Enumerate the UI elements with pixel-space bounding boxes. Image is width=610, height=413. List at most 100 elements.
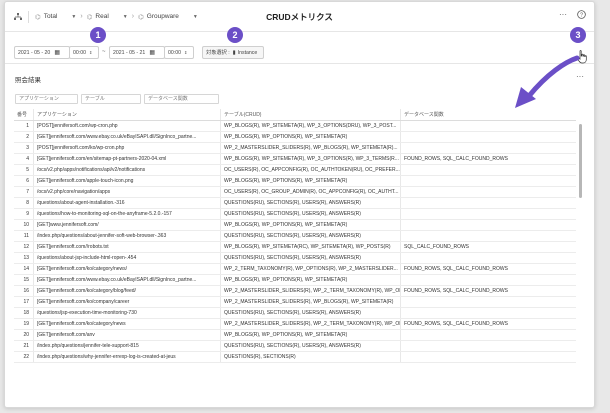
- table-row[interactable]: 13/questions/about-jsp-include-html-rope…: [14, 253, 576, 264]
- table-row[interactable]: 1 [POST]jennifersoft.com/wp-cron.php WP_BL…: [14, 121, 576, 132]
- start-time-field[interactable]: 00:00 ⇕: [69, 46, 99, 59]
- cell-application: [GET]jennifersoft.com/www.ebay.co.uk/eBa…: [34, 275, 221, 285]
- cell-application: /index.php/questions/why-jennifer-errexp…: [34, 352, 221, 362]
- chevron-right-icon: ›: [80, 13, 83, 20]
- db-function-filter-input[interactable]: [144, 94, 219, 104]
- end-time-value: 00:00: [168, 49, 181, 56]
- cell-table: QUESTIONS(RU), SECTIONS(R), USERS(R), AN…: [221, 198, 401, 208]
- more-menu-button[interactable]: ···: [559, 10, 567, 19]
- cell-number: 12: [14, 242, 34, 252]
- calendar-icon: ▦: [54, 50, 60, 56]
- cell-db-function: [401, 209, 576, 219]
- cell-number: 1: [14, 121, 34, 131]
- cell-table: OC_USERS(R), OC_GROUP_ADMIN(R), OC_APPCO…: [221, 187, 401, 197]
- cell-table: WP_BLOGS(R), WP_OPTIONS(R), WP_SITEMETA(…: [221, 275, 401, 285]
- table-filter-input[interactable]: [81, 94, 141, 104]
- cell-number: 21: [14, 341, 34, 351]
- cell-application: /index.php/questions/jennifer-tele-suppo…: [34, 341, 221, 351]
- cell-db-function: [401, 275, 576, 285]
- table-row[interactable]: 6 [GET]jennifersoft.com/apple-touch-icon.…: [14, 176, 576, 187]
- table-row[interactable]: 14 [GET]jennifersoft.com/ko/category/news…: [14, 264, 576, 275]
- cell-number: 13: [14, 253, 34, 263]
- real-selector[interactable]: ⌬ Real ▼: [87, 13, 128, 21]
- cell-db-function: [401, 121, 576, 131]
- cell-number: 19: [14, 319, 34, 329]
- results-table: 番号 アプリケーション テーブル(CRUD) データベース関数 1 [POST]j…: [14, 109, 576, 363]
- cell-application: [GET]jennifersoft.com/www.ebay.co.uk/eBa…: [34, 132, 221, 142]
- cell-application: [POST]jennifersoft.com/wp-cron.php: [34, 121, 221, 131]
- results-title: 照会結果: [15, 77, 41, 84]
- cell-db-function: [401, 176, 576, 186]
- cell-application: [GET]jennifersoft.com/apple-touch-icon.p…: [34, 176, 221, 186]
- groupware-selector[interactable]: ⌬ Groupware ▼: [138, 13, 198, 21]
- domain-icon: ⌬: [35, 13, 41, 21]
- table-row[interactable]: 8/questions/about-agent-installation.-31…: [14, 198, 576, 209]
- cell-db-function: FOUND_ROWS, SQL_CALC_FOUND_ROWS: [404, 156, 508, 162]
- spinner-icon: ⇕: [183, 50, 188, 55]
- table-row[interactable]: 16 [GET]jennifersoft.com/ko/category/blog…: [14, 286, 576, 297]
- table-row[interactable]: 7/ocs/v2.php/core/navigation/apps OC_USER…: [14, 187, 576, 198]
- table-row[interactable]: 18/questions/jsp-execution-time-monitori…: [14, 308, 576, 319]
- column-header-table[interactable]: テーブル(CRUD): [221, 109, 401, 120]
- total-selector[interactable]: ⌬ Total ▼: [35, 13, 76, 21]
- table-row[interactable]: 11/index.php/questions/about-jennifer-so…: [14, 231, 576, 242]
- table-row[interactable]: 3 [POST]jennifersoft.com/ko/wp-cron.php WP…: [14, 143, 576, 154]
- cell-db-function: [401, 165, 576, 175]
- table-row[interactable]: 10 [GET]www.jennifersoft.com/WP_BLOGS(R),…: [14, 220, 576, 231]
- table-row[interactable]: 21/index.php/questions/jennifer-tele-sup…: [14, 341, 576, 352]
- chevron-right-icon: ›: [131, 13, 135, 20]
- column-header-db-function[interactable]: データベース関数: [401, 109, 576, 120]
- table-row[interactable]: 2 [GET]jennifersoft.com/www.ebay.co.uk/eB…: [14, 132, 576, 143]
- cell-application: /questions/jsp-execution-time-monitoring…: [34, 308, 221, 318]
- spinner-icon: ⇕: [88, 50, 93, 55]
- table-row[interactable]: 5/ocs/v2.php/apps/notifications/api/v2/n…: [14, 165, 576, 176]
- cell-db-function: [401, 132, 576, 142]
- cell-number: 16: [14, 286, 34, 296]
- instance-label: Instance: [237, 49, 258, 56]
- cell-number: 4: [14, 154, 34, 164]
- help-icon[interactable]: ?: [577, 10, 586, 19]
- cell-number: 20: [14, 330, 34, 340]
- column-header-application[interactable]: アプリケーション: [34, 109, 221, 120]
- table-row[interactable]: 19 [GET]jennifersoft.com/ko/category/news…: [14, 319, 576, 330]
- column-header-number[interactable]: 番号: [14, 109, 34, 120]
- cell-application: /questions/about-jsp-include-html-ropen-…: [34, 253, 221, 263]
- table-row[interactable]: 20 [GET]jennifersoft.com/anv WP_BLOGS(R), …: [14, 330, 576, 341]
- cell-number: 6: [14, 176, 34, 186]
- end-time-field[interactable]: 00:00 ⇕: [164, 46, 194, 59]
- cell-db-function: [401, 253, 576, 263]
- cell-number: 7: [14, 187, 34, 197]
- cell-application: [GET]jennifersoft.com/anv: [34, 330, 221, 340]
- cell-table: QUESTIONS(RU), SECTIONS(R), USERS(R), AN…: [221, 308, 401, 318]
- cell-table: WP_BLOGS(R), WP_OPTIONS(R), WP_SITEMETA(…: [221, 330, 401, 340]
- table-scrollbar[interactable]: [579, 124, 582, 198]
- end-date-field[interactable]: 2021 - 05 - 21 ▦: [109, 46, 165, 59]
- instance-icon: ⌬: [138, 13, 144, 21]
- tree-icon[interactable]: [14, 12, 22, 21]
- cell-table: QUESTIONS(RU), SECTIONS(R), USERS(R), AN…: [221, 209, 401, 219]
- cell-db-function: [401, 198, 576, 208]
- table-row[interactable]: 12 [GET]jennifersoft.com//robots.txt WP_BL…: [14, 242, 576, 253]
- cell-db-function: FOUND_ROWS, SQL_CALC_FOUND_ROWS: [404, 266, 508, 272]
- total-label: Total: [43, 13, 58, 20]
- cell-db-function: [401, 231, 576, 241]
- cell-application: [GET]jennifersoft.com/ko/company/career: [34, 297, 221, 307]
- table-row[interactable]: 17 [GET]jennifersoft.com/ko/company/caree…: [14, 297, 576, 308]
- cell-application: /questions/about-agent-installation.-316: [34, 198, 221, 208]
- table-row[interactable]: 9/questions/how-to-monitoring-sql-on-the…: [14, 209, 576, 220]
- application-filter-input[interactable]: [15, 94, 78, 104]
- results-more-button[interactable]: ···: [576, 72, 584, 81]
- table-row[interactable]: 15 [GET]jennifersoft.com/www.ebay.co.uk/e…: [14, 275, 576, 286]
- cell-application: /ocs/v2.php/core/navigation/apps: [34, 187, 221, 197]
- cell-application: [GET]www.jennifersoft.com/: [34, 220, 221, 230]
- start-date-field[interactable]: 2021 - 05 - 20 ▦: [14, 46, 70, 59]
- step-badge-1: 1: [90, 27, 106, 43]
- cell-application: [GET]jennifersoft.com/en/sitemap-pt-part…: [34, 154, 221, 164]
- table-row[interactable]: 22/index.php/questions/why-jennifer-erre…: [14, 352, 576, 363]
- cell-table: WP_BLOGS(R), WP_OPTIONS(R), WP_SITEMETA(…: [221, 176, 401, 186]
- svg-text:?: ?: [580, 13, 583, 19]
- target-select-button[interactable]: 対象選択 : ▮ Instance: [202, 46, 264, 59]
- separator: [28, 10, 29, 23]
- table-row[interactable]: 4 [GET]jennifersoft.com/en/sitemap-pt-par…: [14, 154, 576, 165]
- cell-db-function: FOUND_ROWS, SQL_CALC_FOUND_ROWS: [404, 321, 508, 327]
